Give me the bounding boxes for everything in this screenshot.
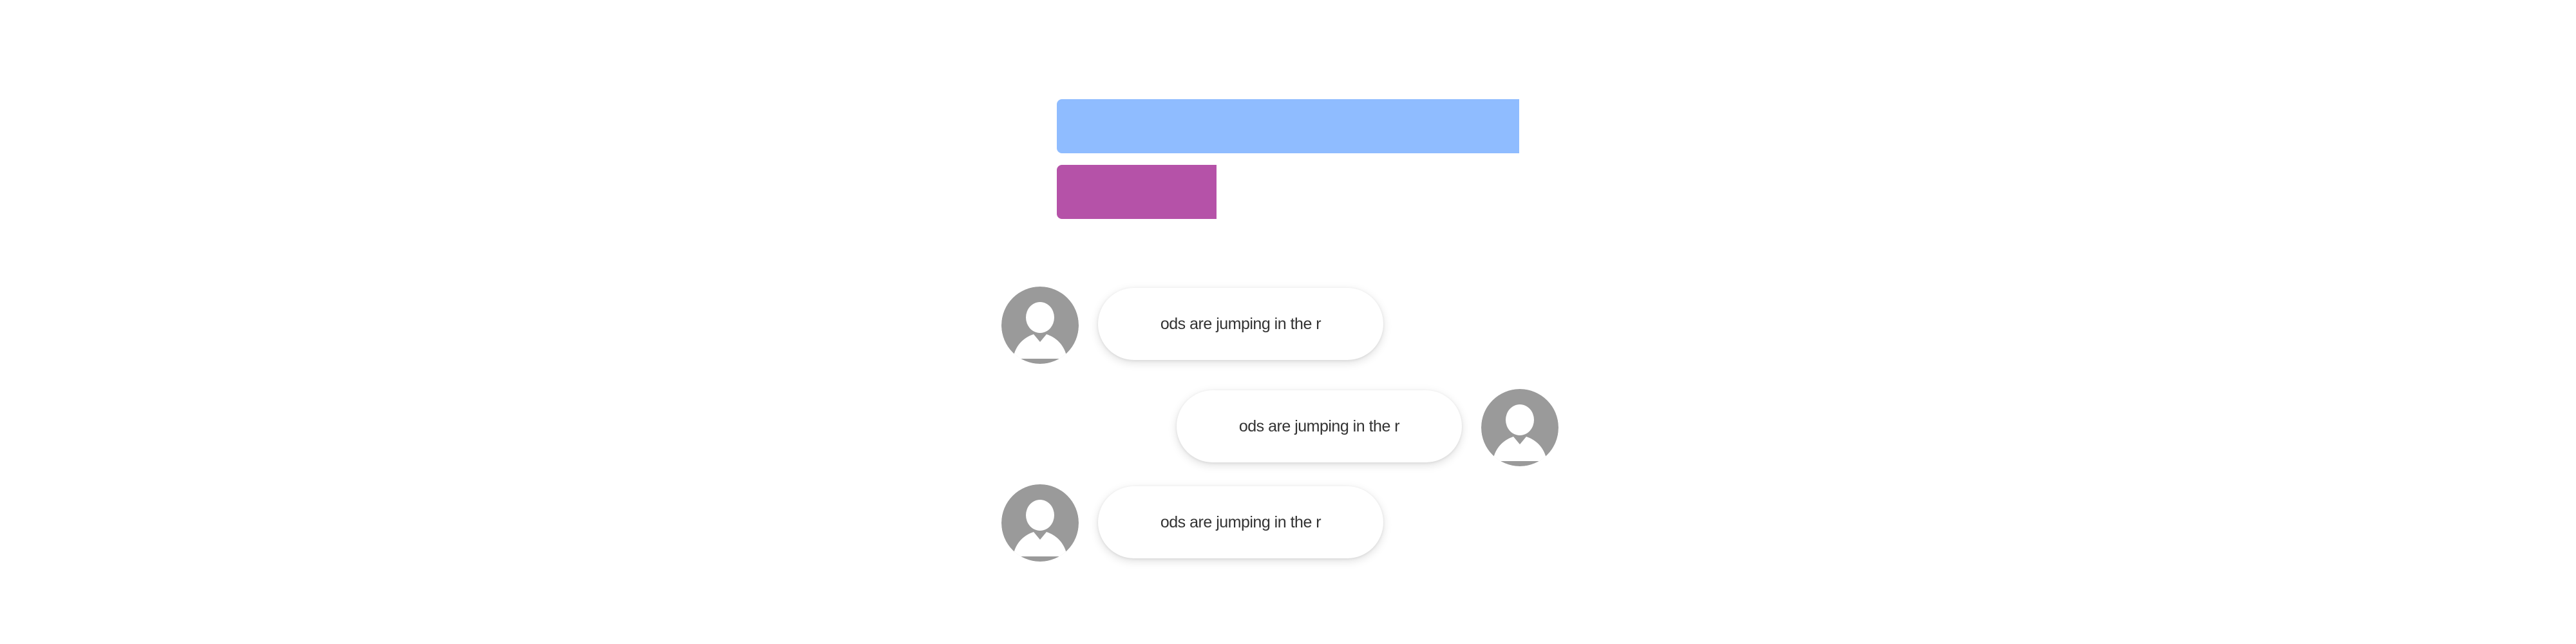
user-avatar-icon bbox=[1001, 484, 1079, 562]
user-silhouette-icon bbox=[1001, 484, 1079, 562]
user-avatar-icon bbox=[1001, 287, 1079, 364]
user-avatar-icon bbox=[1481, 389, 1558, 466]
chat-bubble-incoming: ods are jumping in the r bbox=[1098, 288, 1383, 360]
progress-bar-purple bbox=[1057, 165, 1217, 219]
message-text: ods are jumping in the r bbox=[1160, 314, 1321, 333]
progress-bar-blue bbox=[1057, 99, 1519, 153]
message-text: ods are jumping in the r bbox=[1238, 417, 1400, 435]
chat-bubble-outgoing: ods are jumping in the r bbox=[1177, 390, 1462, 462]
chat-bubble-incoming: ods are jumping in the r bbox=[1098, 486, 1383, 558]
user-silhouette-icon bbox=[1481, 389, 1558, 466]
user-silhouette-icon bbox=[1001, 287, 1079, 364]
message-text: ods are jumping in the r bbox=[1160, 513, 1321, 531]
